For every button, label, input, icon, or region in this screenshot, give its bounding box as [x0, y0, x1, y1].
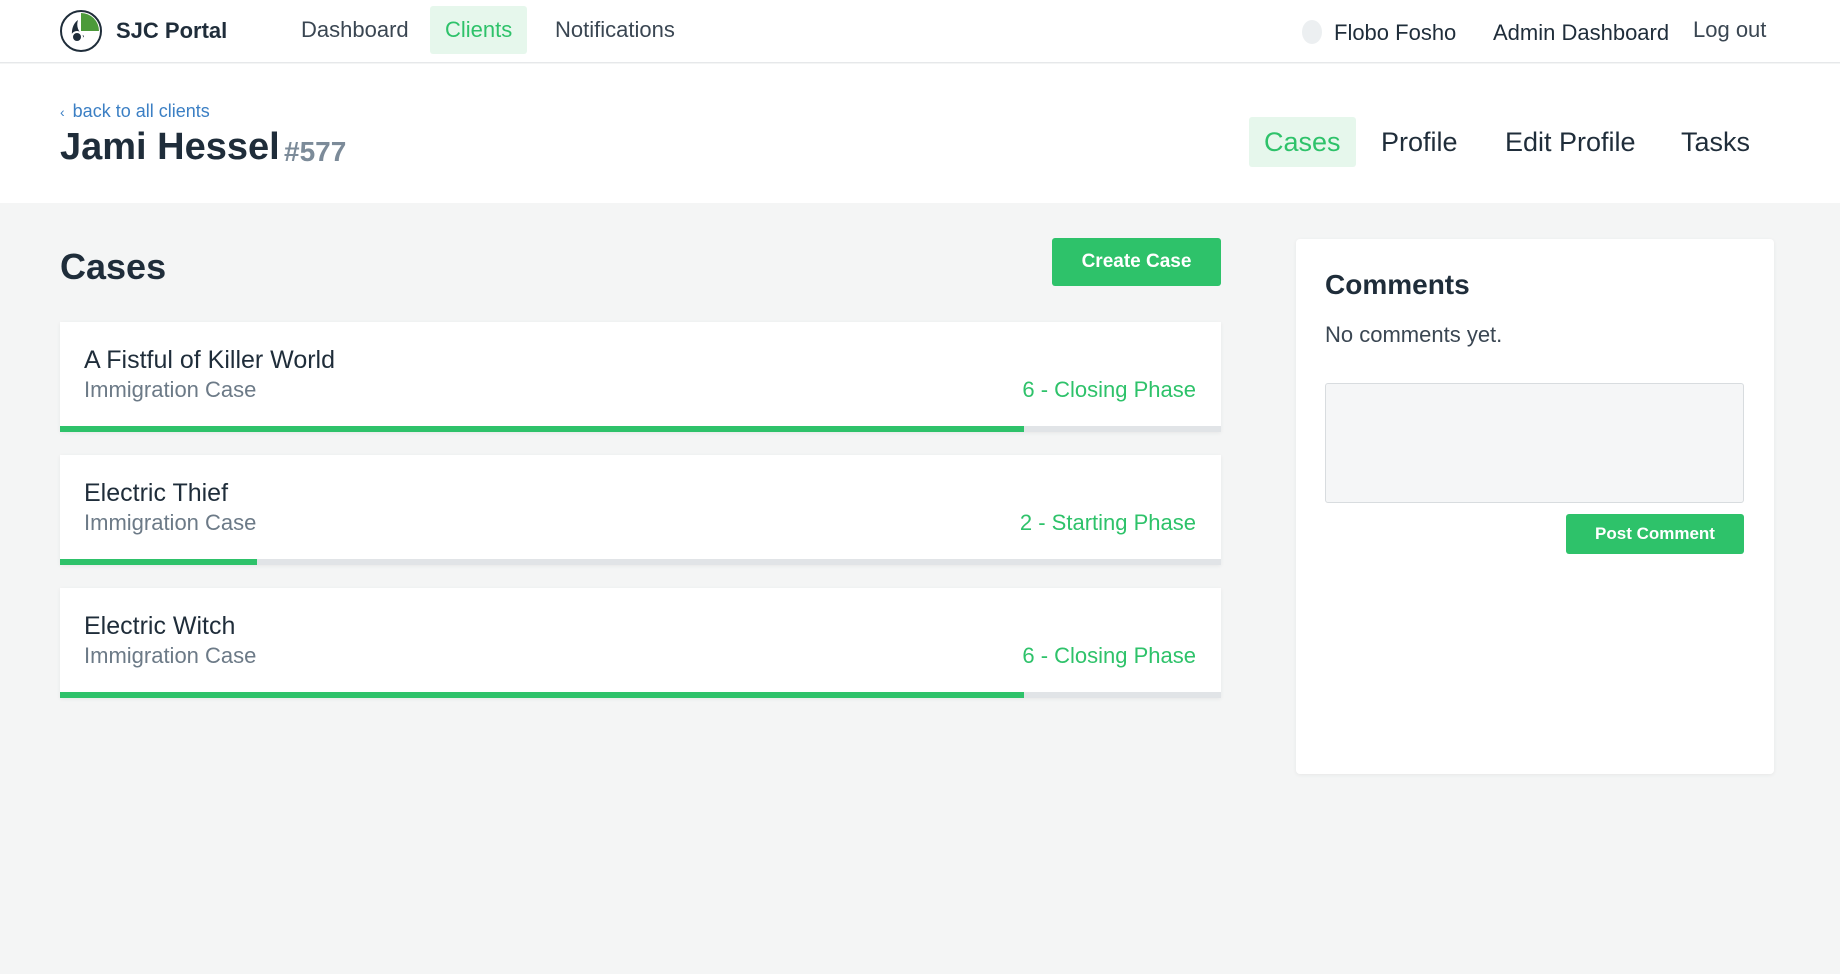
- brand-name[interactable]: SJC Portal: [116, 18, 227, 44]
- cases-heading: Cases: [60, 246, 167, 287]
- back-to-clients-link[interactable]: ‹ back to all clients: [60, 101, 210, 122]
- admin-dashboard-link[interactable]: Admin Dashboard: [1493, 20, 1669, 46]
- case-progress-fill: [60, 426, 1024, 432]
- post-comment-button[interactable]: Post Comment: [1566, 514, 1744, 554]
- case-type: Immigration Case: [84, 377, 257, 402]
- case-card[interactable]: Electric Witch Immigration Case 6 - Clos…: [60, 588, 1221, 698]
- back-link-label: back to all clients: [72, 101, 210, 121]
- comments-heading: Comments: [1325, 269, 1470, 300]
- case-progress-fill: [60, 559, 258, 565]
- case-card[interactable]: A Fistful of Killer World Immigration Ca…: [60, 322, 1221, 432]
- case-type: Immigration Case: [84, 510, 257, 535]
- case-card[interactable]: Electric Thief Immigration Case 2 - Star…: [60, 455, 1221, 565]
- case-progress-bar: [60, 426, 1221, 432]
- case-title: Electric Thief: [84, 479, 229, 507]
- top-navbar: SJC Portal Dashboard Clients Notificatio…: [0, 0, 1840, 63]
- nav-link-clients[interactable]: Clients: [430, 6, 528, 54]
- case-phase: 6 - Closing Phase: [1022, 643, 1196, 668]
- client-name: Jami Hessel: [60, 126, 280, 168]
- case-progress-bar: [60, 692, 1221, 698]
- case-type: Immigration Case: [84, 643, 257, 668]
- client-id: #577: [284, 136, 347, 167]
- user-avatar-icon[interactable]: [1302, 20, 1322, 44]
- case-title: Electric Witch: [84, 612, 236, 640]
- nav-link-notifications[interactable]: Notifications: [540, 6, 690, 54]
- user-name[interactable]: Flobo Fosho: [1334, 20, 1456, 46]
- case-title: A Fistful of Killer World: [84, 346, 336, 374]
- tab-tasks[interactable]: Tasks: [1666, 117, 1765, 167]
- comments-empty-message: No comments yet.: [1325, 322, 1503, 347]
- tab-cases[interactable]: Cases: [1249, 117, 1356, 167]
- chevron-left-icon: ‹: [60, 104, 65, 120]
- case-progress-fill: [60, 692, 1024, 698]
- tab-profile[interactable]: Profile: [1366, 117, 1473, 167]
- sjc-portal-logo-icon[interactable]: [60, 10, 102, 52]
- case-progress-bar: [60, 559, 1221, 565]
- nav-link-dashboard[interactable]: Dashboard: [286, 6, 424, 54]
- case-phase: 6 - Closing Phase: [1022, 377, 1196, 402]
- logout-link[interactable]: Log out: [1693, 17, 1766, 43]
- comment-input[interactable]: [1325, 383, 1744, 503]
- case-list: A Fistful of Killer World Immigration Ca…: [60, 322, 1221, 721]
- tab-edit-profile[interactable]: Edit Profile: [1490, 117, 1651, 167]
- comments-panel: Comments No comments yet. Post Comment: [1296, 239, 1774, 774]
- create-case-button[interactable]: Create Case: [1052, 238, 1221, 286]
- case-phase: 2 - Starting Phase: [1019, 510, 1196, 535]
